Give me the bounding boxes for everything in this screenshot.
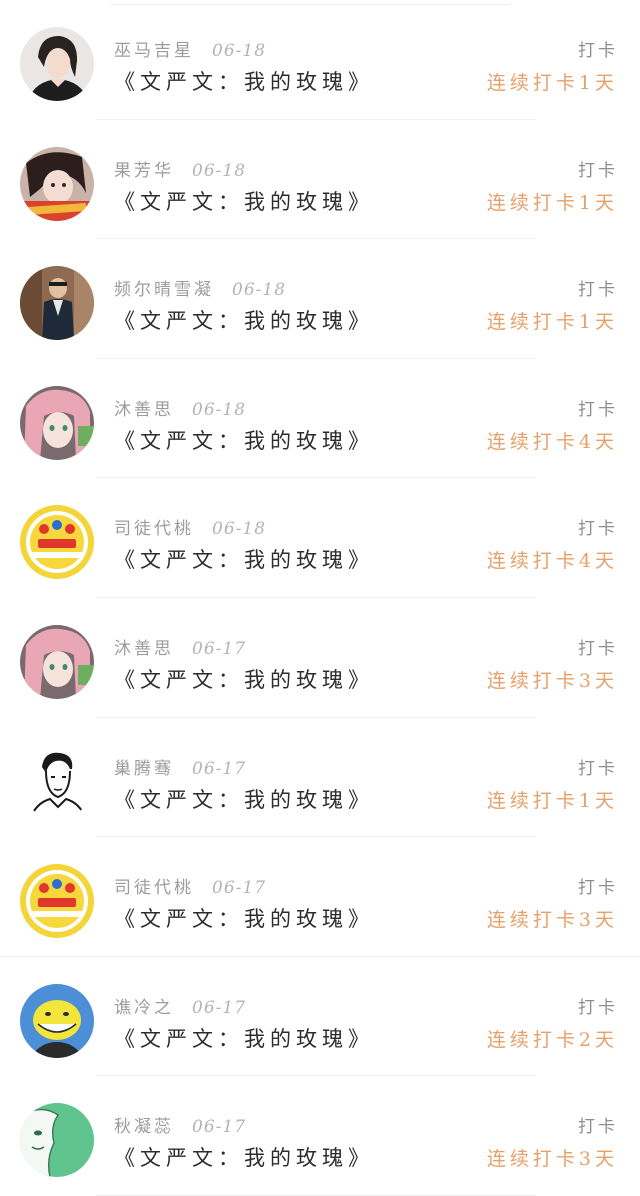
streak-label: 连续打卡4天 [486, 550, 618, 573]
entry-date: 06-17 [192, 1117, 247, 1138]
entry-meta: 巢腾骞 06-17 [114, 754, 246, 779]
entry-meta: 沐善思 06-17 [114, 634, 246, 659]
username[interactable]: 巫马吉星 [114, 41, 194, 61]
avatar[interactable] [20, 624, 94, 699]
username[interactable]: 谯冷之 [114, 998, 174, 1018]
avatar[interactable] [20, 1103, 94, 1178]
avatar[interactable] [20, 864, 94, 939]
list-item[interactable]: 巢腾骞 06-17 《文严文：我的玫瑰》 打卡 连续打卡1天 [0, 718, 640, 838]
streak-label: 连续打卡1天 [486, 72, 618, 94]
entry-title[interactable]: 《文严文：我的玫瑰》 [114, 305, 374, 335]
entry-meta: 司徒代桃 06-17 [114, 873, 266, 898]
anime-girl-avatar-icon [20, 624, 94, 699]
list-item[interactable]: 司徒代桃 06-18 《文严文：我的玫瑰》 打卡 连续打卡4天 [0, 478, 640, 598]
checkin-label: 打卡 [578, 399, 618, 420]
username[interactable]: 司徒代桃 [114, 519, 194, 539]
anime-girl-avatar-icon [20, 385, 94, 460]
streak-label: 连续打卡4天 [486, 430, 618, 453]
avatar[interactable] [20, 266, 94, 341]
avatar[interactable] [20, 27, 94, 101]
list-item[interactable]: 频尔晴雪凝 06-18 《文严文：我的玫瑰》 打卡 连续打卡1天 [0, 239, 640, 359]
list-item[interactable]: 谯冷之 06-17 《文严文：我的玫瑰》 打卡 连续打卡2天 [0, 957, 640, 1077]
entry-meta: 沐善思 06-18 [114, 395, 246, 420]
streak-label: 连续打卡1天 [486, 311, 618, 334]
tnt-logo-avatar-icon [20, 864, 94, 939]
username[interactable]: 频尔晴雪凝 [114, 280, 214, 300]
streak-label: 连续打卡3天 [486, 909, 618, 932]
entry-title[interactable]: 《文严文：我的玫瑰》 [114, 1023, 374, 1053]
avatar[interactable] [20, 983, 94, 1058]
avatar[interactable] [20, 146, 94, 221]
entry-date: 06-17 [212, 878, 267, 899]
checkin-label: 打卡 [578, 878, 618, 899]
sketch-man-avatar-icon [20, 744, 94, 819]
yellow-face-avatar-icon [20, 983, 94, 1058]
entry-title[interactable]: 《文严文：我的玫瑰》 [114, 784, 374, 814]
streak-label: 连续打卡2天 [486, 1028, 618, 1051]
entry-title[interactable]: 《文严文：我的玫瑰》 [114, 186, 374, 216]
girl-photo-avatar-icon [20, 27, 94, 101]
entry-meta: 司徒代桃 06-18 [114, 514, 266, 539]
checkin-label: 打卡 [578, 638, 618, 659]
checkin-feed: 巫马吉星 06-18 《文严文：我的玫瑰》 打卡 连续打卡1天 果芳华 06-18 … [0, 0, 640, 1196]
entry-date: 06-18 [212, 519, 267, 540]
list-item[interactable]: 秋凝蕊 06-17 《文严文：我的玫瑰》 打卡 连续打卡3天 [0, 1076, 640, 1196]
checkin-label: 打卡 [578, 758, 618, 779]
list-item[interactable]: 沐善思 06-18 《文严文：我的玫瑰》 打卡 连续打卡4天 [0, 359, 640, 479]
entry-title[interactable]: 《文严文：我的玫瑰》 [114, 1142, 374, 1172]
streak-label: 连续打卡3天 [486, 1148, 618, 1171]
entry-date: 06-18 [232, 280, 287, 301]
entry-date: 06-18 [192, 160, 247, 181]
checkin-label: 打卡 [578, 160, 618, 181]
entry-date: 06-17 [192, 638, 247, 659]
entry-date: 06-18 [192, 399, 247, 420]
entry-meta: 频尔晴雪凝 06-18 [114, 275, 286, 300]
username[interactable]: 巢腾骞 [114, 759, 174, 779]
username[interactable]: 沐善思 [114, 639, 174, 659]
username[interactable]: 沐善思 [114, 400, 174, 420]
streak-label: 连续打卡1天 [486, 191, 618, 214]
streak-label: 连续打卡1天 [486, 789, 618, 812]
entry-date: 06-17 [192, 997, 247, 1018]
checkin-label: 打卡 [578, 519, 618, 540]
entry-meta: 秋凝蕊 06-17 [114, 1112, 246, 1137]
entry-title[interactable]: 《文严文：我的玫瑰》 [114, 544, 374, 574]
username[interactable]: 果芳华 [114, 161, 174, 181]
entry-meta: 果芳华 06-18 [114, 156, 246, 181]
entry-meta: 谯冷之 06-17 [114, 993, 246, 1018]
ghost-green-avatar-icon [20, 1103, 94, 1178]
entry-meta: 巫马吉星 06-18 [114, 36, 266, 61]
avatar[interactable] [20, 505, 94, 580]
tnt-logo-avatar-icon [20, 505, 94, 580]
list-item[interactable]: 司徒代桃 06-17 《文严文：我的玫瑰》 打卡 连续打卡3天 [0, 837, 640, 957]
streak-label: 连续打卡3天 [486, 669, 618, 692]
checkin-label: 打卡 [578, 997, 618, 1018]
entry-title[interactable]: 《文严文：我的玫瑰》 [114, 66, 374, 96]
entry-title[interactable]: 《文严文：我的玫瑰》 [114, 425, 374, 455]
entry-date: 06-18 [212, 41, 267, 61]
checkin-label: 打卡 [578, 1117, 618, 1138]
list-item[interactable]: 巫马吉星 06-18 《文严文：我的玫瑰》 打卡 连续打卡1天 [0, 0, 640, 120]
man-photo-avatar-icon [20, 266, 94, 341]
entry-title[interactable]: 《文严文：我的玫瑰》 [114, 903, 374, 933]
checkin-label: 打卡 [578, 41, 618, 61]
list-item[interactable]: 果芳华 06-18 《文严文：我的玫瑰》 打卡 连续打卡1天 [0, 120, 640, 240]
username[interactable]: 秋凝蕊 [114, 1117, 174, 1137]
entry-date: 06-17 [192, 758, 247, 779]
list-item[interactable]: 沐善思 06-17 《文严文：我的玫瑰》 打卡 连续打卡3天 [0, 598, 640, 718]
girl-selfie-avatar-icon [20, 146, 94, 221]
entry-title[interactable]: 《文严文：我的玫瑰》 [114, 664, 374, 694]
checkin-label: 打卡 [578, 280, 618, 301]
avatar[interactable] [20, 385, 94, 460]
avatar[interactable] [20, 744, 94, 819]
username[interactable]: 司徒代桃 [114, 878, 194, 898]
